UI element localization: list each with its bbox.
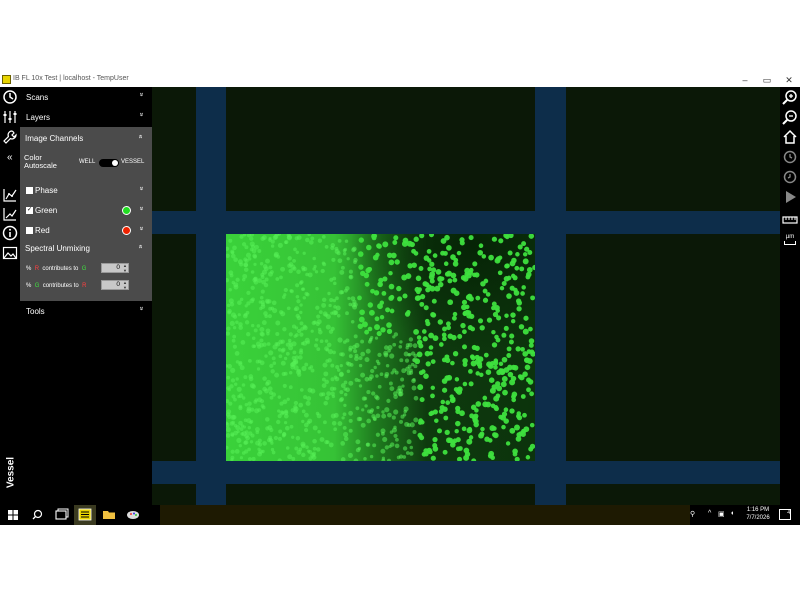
- contributes-label: contributes to: [42, 283, 79, 289]
- taskbar-clock[interactable]: 1:16 PM 7/7/2026: [742, 506, 774, 522]
- ruler-icon[interactable]: [782, 212, 798, 228]
- red-label: Red: [35, 226, 50, 235]
- well-gap-horizontal: [152, 211, 780, 234]
- chevron-up-icon[interactable]: ^: [708, 510, 711, 517]
- spinner-arrows-icon[interactable]: ▲ ▼: [123, 280, 127, 290]
- app-area: « Vessel Scans » Layers » Image Channels…: [0, 87, 800, 505]
- chart-line-icon[interactable]: [2, 187, 18, 203]
- spin-value: 0: [116, 281, 120, 288]
- red-color-swatch[interactable]: [122, 226, 131, 235]
- paint-icon[interactable]: [122, 505, 144, 525]
- window-controls: – ▭ ✕: [734, 73, 800, 87]
- chevron-down-icon: »: [137, 306, 145, 311]
- right-toolbar: µm: [780, 87, 800, 505]
- search-icon[interactable]: [26, 505, 48, 525]
- image-icon[interactable]: [2, 245, 18, 261]
- cell-pattern: [226, 234, 535, 461]
- contributes-label: contributes to: [42, 266, 79, 272]
- people-icon[interactable]: ⚲: [690, 510, 695, 518]
- chevron-down-icon[interactable]: »: [138, 227, 145, 231]
- clock-icon[interactable]: [2, 89, 18, 105]
- from-channel: R: [34, 266, 40, 272]
- unmix-r-to-g-input[interactable]: 0 ▲ ▼: [101, 263, 129, 273]
- info-icon[interactable]: [2, 225, 18, 241]
- unmix-row-g-to-r: % G contributes to R: [26, 283, 86, 289]
- green-color-swatch[interactable]: [122, 206, 131, 215]
- app-icon[interactable]: [74, 505, 96, 525]
- taskbar: ⚲ ^ ▣ ◖ 1:16 PM 7/7/2026 4: [0, 505, 800, 525]
- chevron-down-icon: »: [137, 92, 145, 97]
- phase-checkbox[interactable]: [26, 187, 33, 194]
- history-forward-icon[interactable]: [782, 149, 798, 165]
- spectral-unmixing-title[interactable]: Spectral Unmixing: [25, 244, 90, 253]
- app-logo-icon: [2, 75, 11, 84]
- layers-label: Layers: [26, 113, 51, 122]
- window-titlebar: IB FL 10x Test | localhost - TempUser – …: [0, 73, 800, 87]
- vessel-vertical-label: Vessel: [5, 456, 17, 489]
- to-channel: R: [82, 283, 87, 289]
- image-channels-panel: Image Channels » Color Autoscale WELL VE…: [20, 127, 152, 301]
- color-autoscale-label-2: Autoscale: [24, 161, 57, 170]
- green-label: Green: [35, 206, 58, 215]
- chevron-up-icon[interactable]: »: [138, 135, 145, 139]
- micron-scale-icon[interactable]: µm: [782, 233, 798, 249]
- start-icon[interactable]: [2, 505, 24, 525]
- chevron-down-icon: »: [137, 112, 145, 117]
- sliders-icon[interactable]: [2, 109, 18, 125]
- minimize-button[interactable]: –: [734, 73, 756, 87]
- network-icon[interactable]: ▣: [718, 510, 725, 518]
- volume-icon[interactable]: ◖: [730, 510, 734, 517]
- task-view-icon[interactable]: [50, 505, 72, 525]
- wrench-icon[interactable]: [2, 129, 18, 145]
- autoscale-toggle[interactable]: [99, 159, 119, 167]
- left-rail: « Vessel: [0, 87, 20, 505]
- collapse-panel-button[interactable]: «: [7, 152, 13, 163]
- chevron-down-icon[interactable]: »: [138, 187, 145, 191]
- notification-count: 4: [787, 510, 790, 516]
- unmix-row-r-to-g: % R contributes to G: [26, 266, 86, 272]
- taskbar-accent: [160, 505, 690, 525]
- home-icon[interactable]: [782, 129, 798, 145]
- maximize-button[interactable]: ▭: [756, 73, 778, 87]
- percent-label: %: [26, 266, 32, 272]
- chart-trend-icon[interactable]: [2, 206, 18, 222]
- well-gap-vertical: [196, 87, 226, 505]
- zoom-in-icon[interactable]: [782, 89, 798, 105]
- toggle-well-label: WELL: [79, 159, 96, 165]
- green-checkbox[interactable]: ✓: [26, 207, 33, 214]
- tools-panel-header[interactable]: Tools »: [20, 301, 152, 321]
- well-gap-horizontal: [152, 461, 780, 484]
- tools-label: Tools: [26, 307, 45, 316]
- toggle-vessel-label: VESSEL: [121, 159, 145, 165]
- percent-label: %: [26, 283, 32, 289]
- fluorescence-well-image[interactable]: [226, 234, 535, 461]
- history-back-icon[interactable]: [782, 169, 798, 185]
- scans-panel-header[interactable]: Scans »: [20, 87, 152, 107]
- red-checkbox[interactable]: [26, 227, 33, 234]
- toggle-knob: [112, 160, 118, 166]
- micron-label: µm: [785, 234, 795, 240]
- clock-time: 1:16 PM: [746, 507, 770, 513]
- close-button[interactable]: ✕: [778, 73, 800, 87]
- scale-bar: [784, 241, 796, 245]
- unmix-g-to-r-input[interactable]: 0 ▲ ▼: [101, 280, 129, 290]
- phase-label: Phase: [35, 186, 58, 195]
- play-icon[interactable]: [782, 189, 798, 205]
- spinner-arrows-icon[interactable]: ▲ ▼: [123, 263, 127, 273]
- window-title: IB FL 10x Test | localhost - TempUser: [13, 75, 129, 82]
- scans-label: Scans: [26, 93, 49, 102]
- image-viewer[interactable]: [152, 87, 780, 505]
- image-channels-title[interactable]: Image Channels: [25, 134, 83, 143]
- notification-icon[interactable]: 4: [779, 509, 791, 520]
- spin-value: 0: [116, 264, 120, 271]
- well-gap-vertical: [535, 87, 566, 505]
- chevron-down-icon[interactable]: »: [138, 207, 145, 211]
- to-channel: G: [81, 266, 87, 272]
- chevron-up-icon[interactable]: »: [138, 245, 145, 249]
- clock-date: 7/7/2026: [746, 515, 770, 521]
- zoom-out-icon[interactable]: [782, 109, 798, 125]
- file-explorer-icon[interactable]: [98, 505, 120, 525]
- layers-panel-header[interactable]: Layers »: [20, 107, 152, 127]
- from-channel: G: [34, 283, 40, 289]
